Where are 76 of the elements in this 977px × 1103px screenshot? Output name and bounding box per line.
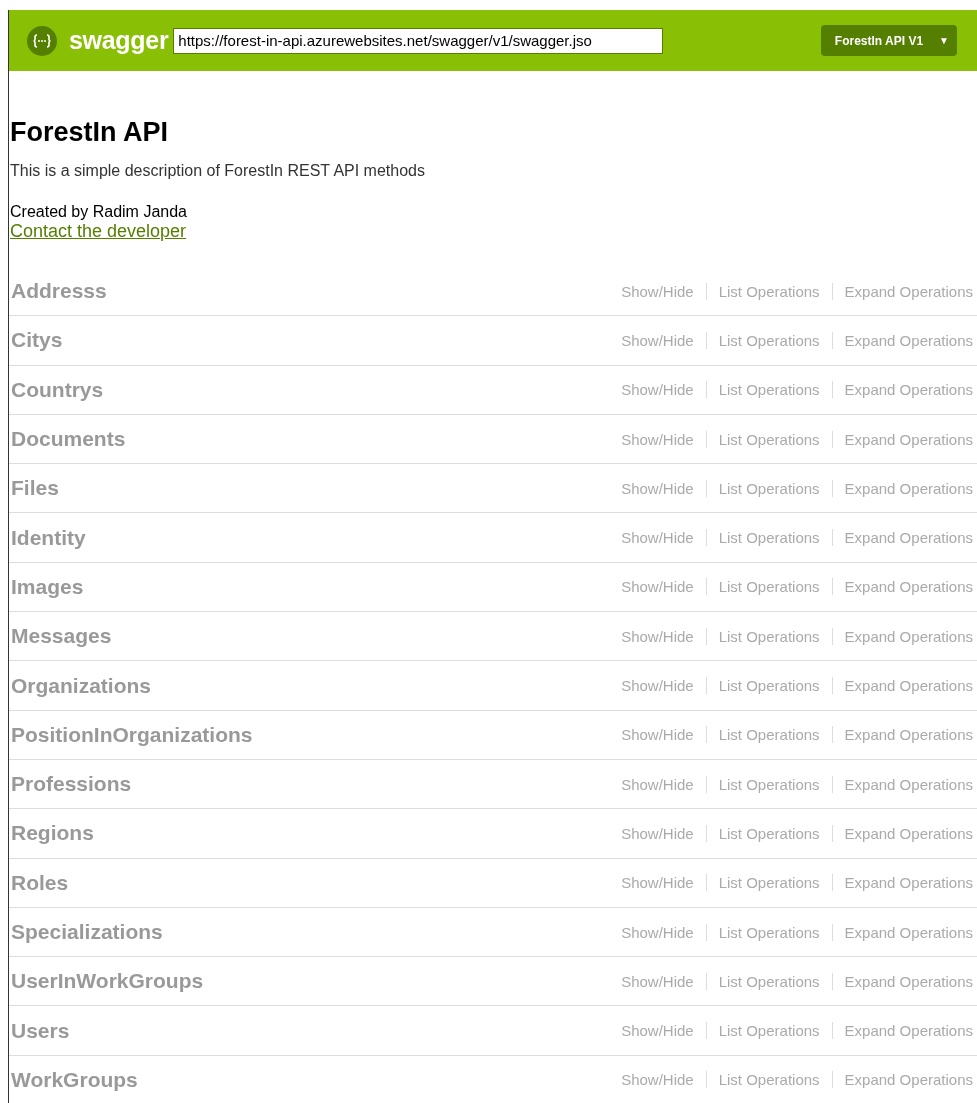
operation-link[interactable]: Show/Hide <box>621 331 694 349</box>
operation-link[interactable]: Show/Hide <box>621 627 694 645</box>
resource-heading[interactable]: Files <box>11 476 59 501</box>
operation-link[interactable]: Expand Operations <box>844 923 973 941</box>
operation-link[interactable]: Expand Operations <box>844 529 973 547</box>
operation-link[interactable]: Expand Operations <box>844 1071 973 1089</box>
operation-link[interactable]: List Operations <box>718 627 820 645</box>
operation-link[interactable]: List Operations <box>718 1071 820 1089</box>
operation-link[interactable]: Show/Hide <box>621 1071 694 1089</box>
resource-heading[interactable]: Documents <box>11 427 126 452</box>
resource-heading[interactable]: WorkGroups <box>11 1067 138 1092</box>
spec-select[interactable]: ForestIn API V1 ▼ <box>820 25 957 56</box>
resource-heading[interactable]: Organizations <box>11 673 152 698</box>
operation-link[interactable]: Expand Operations <box>844 972 973 990</box>
resource-heading[interactable]: Roles <box>11 870 69 895</box>
operation-link[interactable]: Show/Hide <box>621 677 694 694</box>
operation-link[interactable]: Expand Operations <box>844 1022 973 1040</box>
operation-link[interactable]: Show/Hide <box>621 726 694 744</box>
operation-link[interactable]: Show/Hide <box>621 972 694 990</box>
resource-heading[interactable]: PositionInOrganizations <box>11 722 253 747</box>
resource-heading[interactable]: Regions <box>11 821 94 846</box>
operation-link[interactable]: List Operations <box>718 529 820 547</box>
logo-icon <box>27 25 57 56</box>
operation-link[interactable]: List Operations <box>718 874 820 892</box>
operation-link[interactable]: Expand Operations <box>844 627 973 645</box>
operation-link[interactable]: List Operations <box>718 331 820 349</box>
operation-link[interactable]: Show/Hide <box>621 578 694 596</box>
operation-link[interactable]: List Operations <box>718 578 820 596</box>
operation-link[interactable]: Expand Operations <box>844 775 973 793</box>
operation-link[interactable]: Expand Operations <box>844 381 973 399</box>
operation-link[interactable]: Show/Hide <box>621 874 694 892</box>
resource-heading[interactable]: UserInWorkGroups <box>11 969 204 994</box>
operation-link[interactable]: List Operations <box>718 775 820 793</box>
contact-link[interactable]: Contact the developer <box>10 221 187 241</box>
operation-link[interactable]: List Operations <box>718 923 820 941</box>
operation-link[interactable]: Expand Operations <box>844 726 973 744</box>
operation-link[interactable]: Show/Hide <box>621 479 694 497</box>
api-description: This is a simple description of ForestIn REST API methods <box>10 162 426 180</box>
operation-link[interactable]: List Operations <box>718 677 820 694</box>
operation-link[interactable]: List Operations <box>718 1022 820 1040</box>
operation-link[interactable]: List Operations <box>718 430 820 448</box>
resource-heading[interactable]: Images <box>11 574 84 599</box>
operation-link[interactable]: Show/Hide <box>621 775 694 793</box>
resource-heading[interactable]: Professions <box>11 772 132 797</box>
resource-heading[interactable]: Citys <box>11 328 63 353</box>
operation-link[interactable]: Show/Hide <box>621 529 694 547</box>
resource-heading[interactable]: Messages <box>11 624 112 649</box>
resource-heading[interactable]: Specializations <box>11 920 163 944</box>
operation-link[interactable]: Expand Operations <box>844 677 973 694</box>
resource-heading[interactable]: Identity <box>11 525 86 550</box>
api-title: ForestIn API <box>10 117 170 148</box>
operation-link[interactable]: Expand Operations <box>844 331 973 349</box>
operation-link[interactable]: List Operations <box>718 282 820 300</box>
url-field[interactable]: https://forest-in-api.azurewebsites.net/swagger/v1/swagger.jso <box>173 27 664 54</box>
author-text: Created by Radim Janda <box>10 203 188 221</box>
operation-link[interactable]: Expand Operations <box>844 824 973 842</box>
operation-link[interactable]: Show/Hide <box>621 923 694 941</box>
operation-link[interactable]: Expand Operations <box>844 479 973 497</box>
operation-link[interactable]: List Operations <box>718 972 820 990</box>
resource-heading[interactable]: Addresss <box>11 279 107 304</box>
operation-link[interactable]: List Operations <box>718 824 820 842</box>
resource-heading[interactable]: Countrys <box>11 377 104 402</box>
operation-link[interactable]: Show/Hide <box>621 430 694 448</box>
operation-link[interactable]: Expand Operations <box>844 430 973 448</box>
operation-link[interactable]: Show/Hide <box>621 381 694 399</box>
operation-link[interactable]: Expand Operations <box>844 874 973 892</box>
logo-text[interactable]: swagger <box>69 26 169 55</box>
operation-link[interactable]: Expand Operations <box>844 578 973 596</box>
operation-link[interactable]: Expand Operations <box>844 282 973 300</box>
operation-link[interactable]: List Operations <box>718 479 820 497</box>
operation-link[interactable]: List Operations <box>718 726 820 744</box>
resource-heading[interactable]: Users <box>11 1018 70 1043</box>
operation-link[interactable]: List Operations <box>718 381 820 399</box>
operation-link[interactable]: Show/Hide <box>621 824 694 842</box>
operation-link[interactable]: Show/Hide <box>621 282 694 300</box>
operation-link[interactable]: Show/Hide <box>621 1022 694 1040</box>
